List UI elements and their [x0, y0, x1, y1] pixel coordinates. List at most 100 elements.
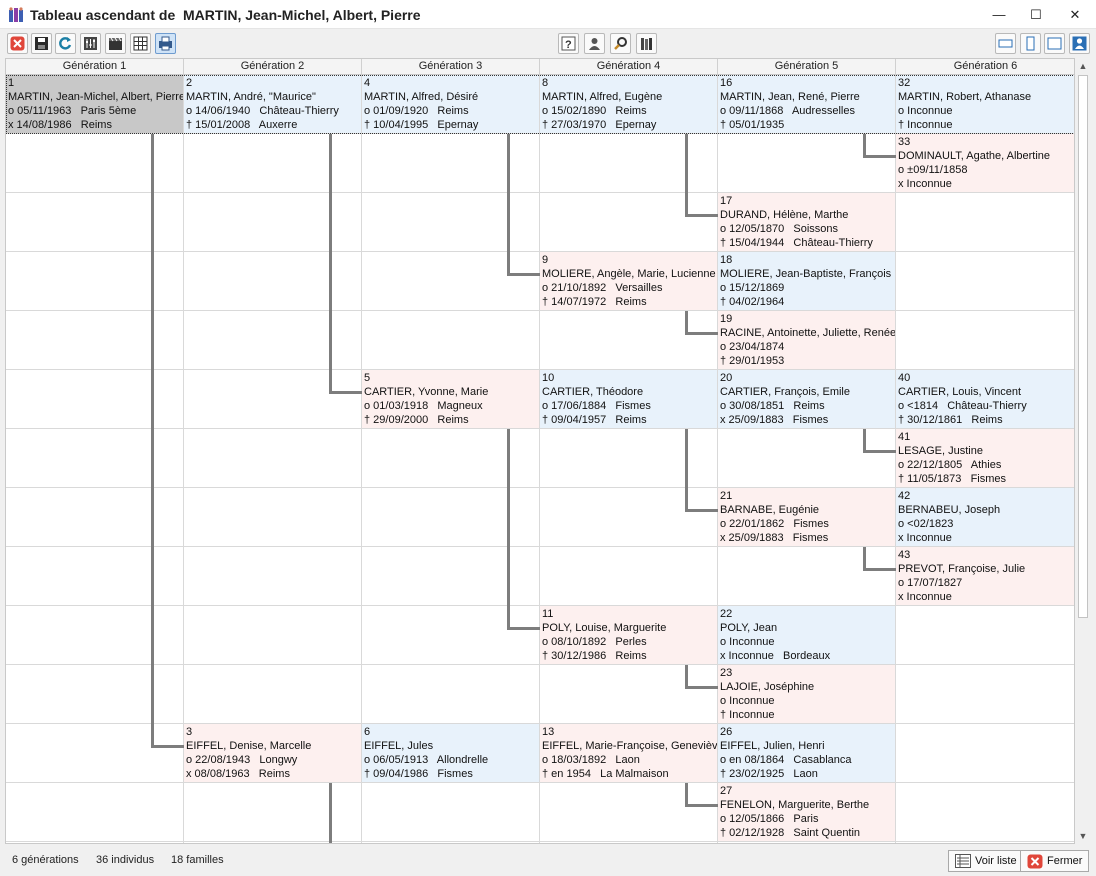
settings-tool-button[interactable]: [80, 33, 101, 54]
person-event-line: o 12/05/1866 Paris: [720, 813, 819, 825]
person-number: 21: [720, 490, 733, 502]
person-number: 17: [720, 195, 733, 207]
person-name: LESAGE, Justine: [898, 445, 983, 457]
person-card[interactable]: 4 MARTIN, Alfred, Désiré o 01/09/1920 Reim…: [362, 75, 539, 133]
row-divider: [6, 310, 1074, 311]
person-card[interactable]: 3 EIFFEL, Denise, Marcelle o 22/08/1943 Lo…: [184, 724, 361, 782]
person-card[interactable]: 19 RACINE, Antoinette, Juliette, Renée o 2…: [718, 311, 895, 369]
person-card[interactable]: 26 EIFFEL, Julien, Henri o en 08/1864 Casa…: [718, 724, 895, 782]
scrollbar-thumb[interactable]: [1078, 75, 1088, 618]
clapper-tool-button[interactable]: [105, 33, 126, 54]
layout-horizontal-icon: [998, 39, 1013, 48]
person-number: 8: [542, 77, 549, 89]
minimize-button[interactable]: —: [982, 0, 1016, 29]
person-card[interactable]: 17 DURAND, Hélène, Marthe o 12/05/1870 Soi…: [718, 193, 895, 251]
person-event-line: o 01/03/1918 Magneux: [364, 400, 483, 412]
family-tree-app-icon: [9, 7, 23, 22]
view-list-button[interactable]: Voir liste: [948, 850, 1024, 872]
person-card[interactable]: 42 BERNABEU, Joseph o <02/1823 x Inconnue: [896, 488, 1074, 546]
refresh-tool-button[interactable]: [55, 33, 76, 54]
layout-page-icon: [1047, 37, 1062, 50]
person-card[interactable]: 13 EIFFEL, Marie-Françoise, Geneviève o 18…: [540, 724, 717, 782]
individual-view-button[interactable]: [1069, 33, 1090, 54]
person-event-line: o 23/04/1874: [720, 341, 785, 353]
person-card[interactable]: 1 MARTIN, Jean-Michel, Albert, Pierre o 05…: [6, 75, 183, 133]
search-tool-button[interactable]: [610, 33, 631, 54]
layout-wide-button[interactable]: [995, 33, 1016, 54]
layout-page-button[interactable]: [1044, 33, 1065, 54]
person-name: LAJOIE, Joséphine: [720, 681, 815, 693]
person-card[interactable]: 40 CARTIER, Louis, Vincent o <1814 Château…: [896, 370, 1074, 428]
column-header-generation-5[interactable]: Génération 5: [718, 59, 896, 75]
refresh-icon: [59, 37, 72, 50]
person-card[interactable]: 8 MARTIN, Alfred, Eugène o 15/02/1890 Reim…: [540, 75, 717, 133]
person-card[interactable]: 18 MOLIERE, Jean-Baptiste, François o 15/1…: [718, 252, 895, 310]
column-header-generation-3[interactable]: Génération 3: [362, 59, 540, 75]
person-name: RACINE, Antoinette, Juliette, Renée: [720, 327, 895, 339]
person-card[interactable]: 41 LESAGE, Justine o 22/12/1805 Athies † 11…: [896, 429, 1074, 487]
maximize-button[interactable]: ☐: [1019, 0, 1053, 29]
save-tool-button[interactable]: [31, 33, 52, 54]
person-number: 18: [720, 254, 733, 266]
column-header-generation-6[interactable]: Génération 6: [896, 59, 1074, 75]
cancel-tool-button[interactable]: [7, 33, 28, 54]
person-number: 3: [186, 726, 193, 738]
layout-tall-button[interactable]: [1020, 33, 1041, 54]
person-name: EIFFEL, Marie-Françoise, Geneviève: [542, 740, 717, 752]
person-card[interactable]: 2 MARTIN, André, "Maurice" o 14/06/1940 Ch…: [184, 75, 361, 133]
person-number: 20: [720, 372, 733, 384]
person-card[interactable]: 5 CARTIER, Yvonne, Marie o 01/03/1918 Magn…: [362, 370, 539, 428]
scroll-down-icon[interactable]: ▼: [1075, 828, 1091, 844]
print-tool-button[interactable]: [155, 33, 176, 54]
tree-connector-line: [685, 686, 718, 689]
person-event-line: † 09/04/1957 Reims: [542, 414, 647, 426]
grid-tool-button[interactable]: [130, 33, 151, 54]
families-count: 18 familles: [171, 854, 224, 866]
person-event-line: o 22/12/1805 Athies: [898, 459, 1002, 471]
person-name: PREVOT, Françoise, Julie: [898, 563, 1026, 575]
person-card[interactable]: 27 FENELON, Marguerite, Berthe o 12/05/186…: [718, 783, 895, 841]
person-card[interactable]: 6 EIFFEL, Jules o 06/05/1913 Allondrelle † …: [362, 724, 539, 782]
person-card[interactable]: 33 DOMINAULT, Agathe, Albertine o ±09/11/1…: [896, 134, 1074, 192]
user-icon: [1072, 36, 1087, 51]
column-header-generation-1[interactable]: Génération 1: [6, 59, 184, 75]
person-name: CARTIER, Yvonne, Marie: [364, 386, 489, 398]
person-event-line: † 04/02/1964: [720, 296, 785, 308]
person-number: 5: [364, 372, 371, 384]
person-card[interactable]: 43 PREVOT, Françoise, Julie o 17/07/1827 x …: [896, 547, 1074, 605]
column-header-generation-4[interactable]: Génération 4: [540, 59, 718, 75]
column-header-generation-2[interactable]: Génération 2: [184, 59, 362, 75]
person-name: CARTIER, Louis, Vincent: [898, 386, 1022, 398]
person-name: EIFFEL, Denise, Marcelle: [186, 740, 312, 752]
person-event-line: x Inconnue: [898, 178, 952, 190]
person-card[interactable]: 32 MARTIN, Robert, Athanase o Inconnue † In…: [896, 75, 1074, 133]
person-card[interactable]: 16 MARTIN, Jean, René, Pierre o 09/11/1868…: [718, 75, 895, 133]
person-card[interactable]: 20 CARTIER, François, Emile o 30/08/1851 R…: [718, 370, 895, 428]
person-card[interactable]: 11 POLY, Louise, Marguerite o 08/10/1892 P…: [540, 606, 717, 664]
person-card[interactable]: 23 LAJOIE, Joséphine o Inconnue † Inconnue: [718, 665, 895, 723]
person-card[interactable]: 21 BARNABE, Eugénie o 22/01/1862 Fismes x 2…: [718, 488, 895, 546]
help-tool-button[interactable]: ?: [558, 33, 579, 54]
person-event-line: o Inconnue: [898, 105, 953, 117]
vertical-scrollbar[interactable]: ▲ ▼: [1075, 58, 1091, 844]
close-window-button[interactable]: ✕: [1058, 0, 1092, 29]
tree-connector-line: [507, 134, 510, 276]
person-name: MOLIERE, Jean-Baptiste, François: [720, 268, 892, 280]
scroll-up-icon[interactable]: ▲: [1075, 58, 1091, 74]
person-name: DOMINAULT, Agathe, Albertine: [898, 150, 1051, 162]
person-card[interactable]: 10 CARTIER, Théodore o 17/06/1884 Fismes † …: [540, 370, 717, 428]
person-event-line: o 17/06/1884 Fismes: [542, 400, 651, 412]
person-tool-button[interactable]: [584, 33, 605, 54]
person-name: MOLIERE, Angèle, Marie, Lucienne: [542, 268, 716, 280]
printer-icon: [159, 36, 172, 51]
search-icon: [614, 37, 627, 50]
person-card[interactable]: 22 POLY, Jean o Inconnue x Inconnue Bordeau…: [718, 606, 895, 664]
person-event-line: † en 1954 La Malmaison: [542, 768, 669, 780]
person-card[interactable]: 9 MOLIERE, Angèle, Marie, Lucienne o 21/10…: [540, 252, 717, 310]
person-name: POLY, Jean: [720, 622, 778, 634]
library-tool-button[interactable]: [636, 33, 657, 54]
tree-connector-line: [685, 214, 718, 217]
tree-connector-line: [329, 391, 362, 394]
close-button[interactable]: Fermer: [1020, 850, 1090, 872]
person-event-line: o 14/06/1940 Château-Thierry: [186, 105, 339, 117]
